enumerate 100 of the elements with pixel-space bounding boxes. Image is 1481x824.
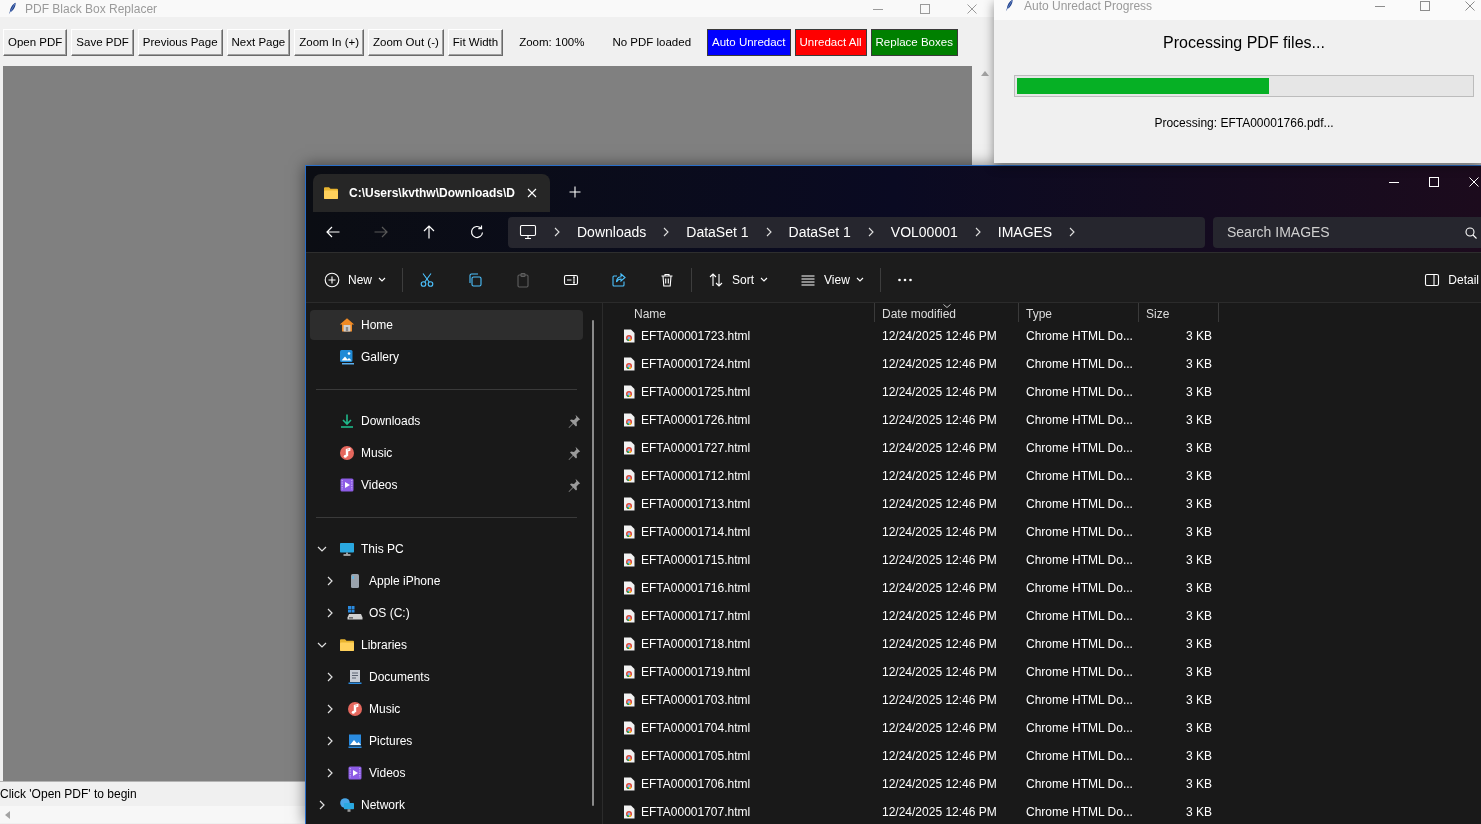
- file-row[interactable]: EFTA00001705.html 12/24/2025 12:46 PM Chrome HTML Do... 3 KB: [603, 742, 1481, 770]
- file-row[interactable]: EFTA00001716.html 12/24/2025 12:46 PM Chrome HTML Do... 3 KB: [603, 574, 1481, 602]
- file-row[interactable]: EFTA00001707.html 12/24/2025 12:46 PM Chrome HTML Do... 3 KB: [603, 798, 1481, 824]
- pin-icon[interactable]: [567, 446, 581, 460]
- pin-icon[interactable]: [567, 414, 581, 428]
- trash-icon[interactable]: [659, 271, 675, 288]
- file-type: Chrome HTML Do...: [1026, 665, 1133, 679]
- sidebar-item[interactable]: Documents: [310, 662, 583, 692]
- sidebar-item[interactable]: This PC: [310, 534, 583, 564]
- back-arrow-icon[interactable]: [325, 224, 341, 240]
- details-pane-button[interactable]: Detail: [1420, 263, 1481, 296]
- sidebar-item[interactable]: Pictures: [310, 726, 583, 756]
- breadcrumb-item[interactable]: DataSet 1: [686, 221, 749, 243]
- chevron-right-icon[interactable]: [765, 227, 772, 237]
- file-size: 3 KB: [1186, 385, 1212, 399]
- file-row[interactable]: EFTA00001719.html 12/24/2025 12:46 PM Chrome HTML Do... 3 KB: [603, 658, 1481, 686]
- column-header[interactable]: Type: [1019, 303, 1139, 322]
- chevron-right-icon[interactable]: [554, 227, 560, 237]
- chevron-right-icon[interactable]: [327, 576, 333, 586]
- sidebar-item[interactable]: OS (C:): [310, 598, 583, 628]
- sidebar-item[interactable]: Music: [310, 438, 583, 468]
- chevron-right-icon[interactable]: [1069, 227, 1076, 237]
- monitor-icon[interactable]: [519, 224, 537, 240]
- chevron-right-icon[interactable]: [327, 672, 333, 682]
- status-text: Click 'Open PDF' to begin: [0, 786, 137, 803]
- sort-button[interactable]: Sort: [700, 263, 777, 296]
- new-button[interactable]: New: [316, 263, 394, 296]
- toolbar-button[interactable]: Save PDF: [71, 29, 134, 56]
- sidebar-item[interactable]: Libraries: [310, 630, 583, 660]
- sidebar-item[interactable]: Downloads: [310, 406, 583, 436]
- scrollbar-thumb[interactable]: [592, 320, 594, 806]
- toolbar-button[interactable]: Zoom Out (-): [368, 29, 444, 56]
- address-bar[interactable]: Downloads DataSet 1 DataSet 1 VOL00001 IMAGES: [508, 216, 1205, 248]
- pin-icon[interactable]: [567, 478, 581, 492]
- tab[interactable]: C:\Users\kvthw\Downloads\D: [313, 174, 550, 212]
- video-icon: [339, 477, 355, 493]
- file-row[interactable]: EFTA00001726.html 12/24/2025 12:46 PM Chrome HTML Do... 3 KB: [603, 406, 1481, 434]
- toolbar-label: No PDF loaded: [612, 34, 692, 50]
- toolbar-button[interactable]: Replace Boxes: [870, 29, 958, 56]
- sidebar-item[interactable]: Videos: [310, 470, 583, 500]
- file-row[interactable]: EFTA00001715.html 12/24/2025 12:46 PM Chrome HTML Do... 3 KB: [603, 546, 1481, 574]
- file-row[interactable]: EFTA00001727.html 12/24/2025 12:46 PM Chrome HTML Do... 3 KB: [603, 434, 1481, 462]
- chevron-right-icon[interactable]: [663, 227, 670, 237]
- toolbar-button[interactable]: Previous Page: [137, 29, 223, 56]
- sidebar-item[interactable]: Network: [310, 790, 583, 820]
- file-name: EFTA00001705.html: [641, 748, 751, 765]
- file-type: Chrome HTML Do...: [1026, 637, 1133, 651]
- file-icon: [623, 693, 635, 707]
- toolbar-button[interactable]: Next Page: [226, 29, 291, 56]
- sidebar-item[interactable]: Apple iPhone: [310, 566, 583, 596]
- chevron-down-icon[interactable]: [317, 546, 327, 552]
- column-header[interactable]: Name: [603, 303, 875, 322]
- search-field[interactable]: Search IMAGES: [1213, 216, 1481, 248]
- chevron-right-icon[interactable]: [319, 800, 325, 810]
- scissors-icon[interactable]: [419, 271, 435, 288]
- file-row[interactable]: EFTA00001712.html 12/24/2025 12:46 PM Chrome HTML Do... 3 KB: [603, 462, 1481, 490]
- chevron-right-icon[interactable]: [327, 768, 333, 778]
- file-row[interactable]: EFTA00001704.html 12/24/2025 12:46 PM Chrome HTML Do... 3 KB: [603, 714, 1481, 742]
- plus-icon[interactable]: [569, 186, 581, 198]
- file-row[interactable]: EFTA00001724.html 12/24/2025 12:46 PM Chrome HTML Do... 3 KB: [603, 350, 1481, 378]
- chevron-right-icon[interactable]: [327, 704, 333, 714]
- toolbar-button[interactable]: Open PDF: [3, 29, 68, 56]
- up-arrow-icon[interactable]: [421, 224, 437, 240]
- column-header[interactable]: Date modified: [875, 303, 1019, 322]
- file-row[interactable]: EFTA00001725.html 12/24/2025 12:46 PM Chrome HTML Do... 3 KB: [603, 378, 1481, 406]
- breadcrumb-item[interactable]: IMAGES: [997, 221, 1053, 243]
- refresh-icon[interactable]: [469, 224, 485, 240]
- file-row[interactable]: EFTA00001703.html 12/24/2025 12:46 PM Chrome HTML Do... 3 KB: [603, 686, 1481, 714]
- file-row[interactable]: EFTA00001718.html 12/24/2025 12:46 PM Chrome HTML Do... 3 KB: [603, 630, 1481, 658]
- toolbar-button[interactable]: Unredact All: [794, 29, 867, 56]
- breadcrumb-item[interactable]: DataSet 1: [788, 221, 851, 243]
- chevron-right-icon[interactable]: [327, 608, 333, 618]
- file-row[interactable]: EFTA00001714.html 12/24/2025 12:46 PM Chrome HTML Do... 3 KB: [603, 518, 1481, 546]
- file-row[interactable]: EFTA00001723.html 12/24/2025 12:46 PM Chrome HTML Do... 3 KB: [603, 322, 1481, 350]
- copy-icon[interactable]: [467, 271, 483, 288]
- file-type: Chrome HTML Do...: [1026, 357, 1133, 371]
- file-row[interactable]: EFTA00001713.html 12/24/2025 12:46 PM Chrome HTML Do... 3 KB: [603, 490, 1481, 518]
- column-header[interactable]: Size: [1139, 303, 1219, 322]
- file-name: EFTA00001726.html: [641, 412, 751, 429]
- sidebar-item[interactable]: Music: [310, 694, 583, 724]
- search-icon[interactable]: [1465, 226, 1477, 239]
- date-modified: 12/24/2025 12:46 PM: [882, 413, 997, 427]
- breadcrumb-item[interactable]: VOL00001: [890, 221, 958, 243]
- file-type: Chrome HTML Do...: [1026, 497, 1133, 511]
- view-button[interactable]: View: [792, 263, 872, 296]
- toolbar-button[interactable]: Auto Unredact: [707, 29, 791, 56]
- share-icon[interactable]: [611, 271, 627, 288]
- chevron-right-icon[interactable]: [867, 227, 874, 237]
- sidebar-item[interactable]: Gallery: [310, 342, 583, 372]
- toolbar-button[interactable]: Fit Width: [447, 29, 504, 56]
- breadcrumb-item[interactable]: Downloads: [577, 221, 647, 243]
- file-row[interactable]: EFTA00001717.html 12/24/2025 12:46 PM Chrome HTML Do... 3 KB: [603, 602, 1481, 630]
- sidebar-item[interactable]: Home: [310, 310, 583, 340]
- file-size: 3 KB: [1186, 469, 1212, 483]
- chevron-right-icon[interactable]: [327, 736, 333, 746]
- chevron-down-icon[interactable]: [317, 642, 327, 648]
- toolbar-button[interactable]: Zoom In (+): [294, 29, 364, 56]
- chevron-right-icon[interactable]: [974, 227, 981, 237]
- file-row[interactable]: EFTA00001706.html 12/24/2025 12:46 PM Chrome HTML Do... 3 KB: [603, 770, 1481, 798]
- sidebar-item[interactable]: Videos: [310, 758, 583, 788]
